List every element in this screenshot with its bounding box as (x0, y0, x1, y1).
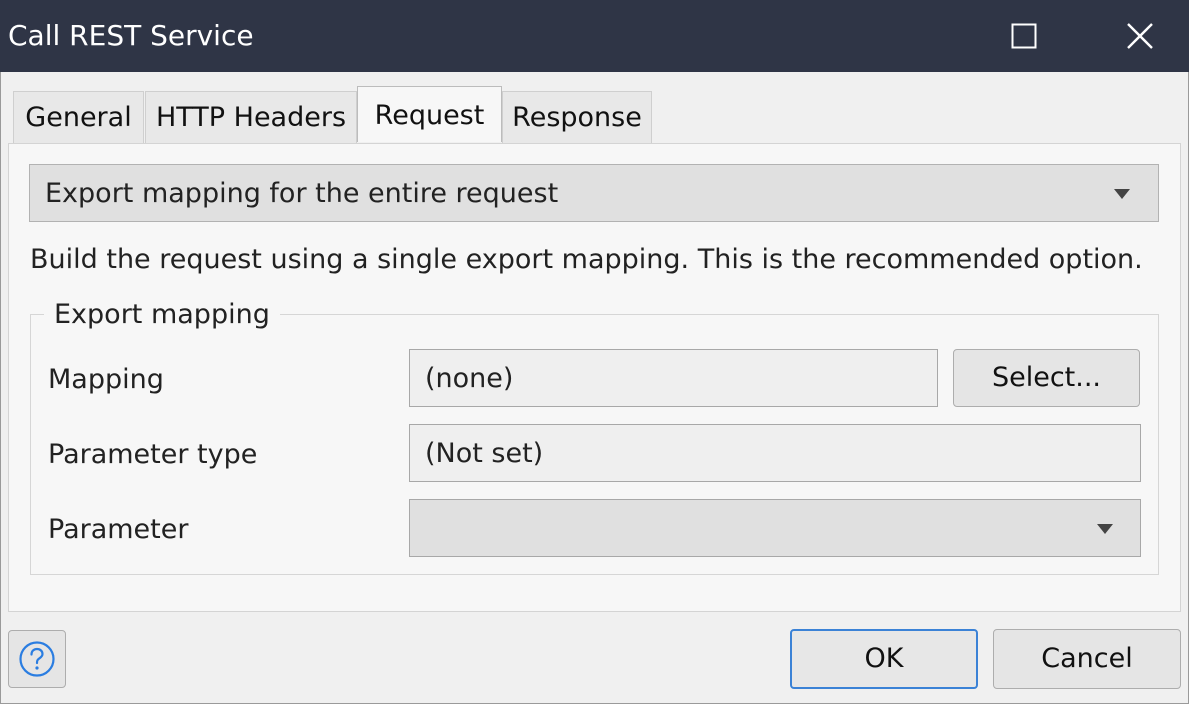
export-mapping-group-title: Export mapping (44, 296, 280, 334)
select-mapping-button[interactable]: Select... (953, 349, 1140, 407)
tab-request[interactable]: Request (357, 86, 502, 142)
close-button[interactable] (1114, 10, 1166, 62)
help-icon (19, 641, 55, 677)
parameter-type-value: (Not set) (425, 438, 544, 469)
request-type-dropdown[interactable]: Export mapping for the entire request (29, 164, 1159, 222)
request-type-value: Export mapping for the entire request (45, 178, 559, 209)
parameter-label: Parameter (48, 514, 189, 545)
mapping-field: (none) (409, 349, 938, 407)
parameter-dropdown[interactable] (409, 499, 1141, 557)
request-description: Build the request using a single export … (30, 244, 1143, 275)
dropdown-caret-icon (1114, 189, 1130, 199)
cancel-button[interactable]: Cancel (993, 629, 1181, 689)
tab-response[interactable]: Response (502, 91, 652, 143)
ok-button[interactable]: OK (790, 629, 978, 689)
window-title: Call REST Service (8, 19, 254, 52)
maximize-icon (1011, 23, 1037, 49)
help-button[interactable] (8, 630, 66, 688)
parameter-type-label: Parameter type (48, 439, 258, 470)
maximize-button[interactable] (998, 10, 1050, 62)
mapping-value: (none) (425, 363, 514, 394)
mapping-label: Mapping (48, 364, 164, 395)
title-bar: Call REST Service (0, 0, 1189, 72)
dropdown-caret-icon (1097, 524, 1113, 534)
tab-http-headers[interactable]: HTTP Headers (145, 91, 357, 143)
close-icon (1127, 23, 1153, 49)
tab-general[interactable]: General (13, 91, 144, 143)
parameter-type-field: (Not set) (409, 424, 1141, 482)
